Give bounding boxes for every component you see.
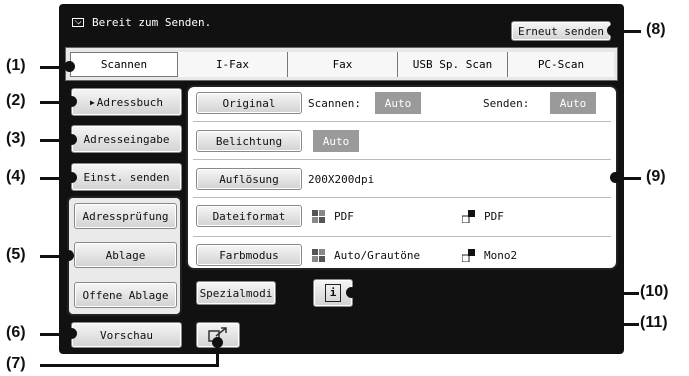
callout-dot [66, 172, 77, 183]
row-divider [193, 197, 611, 198]
callout-1: (1) [6, 57, 26, 74]
send-settings-button[interactable]: Einst. senden [71, 163, 182, 191]
color-mode-color-value: Auto/Grautöne [334, 249, 421, 262]
address-book-label: Adressbuch [96, 95, 164, 109]
callout-10: (10) [640, 283, 669, 300]
mono-swatch-icon [462, 210, 475, 223]
callout-6: (6) [6, 324, 26, 341]
callout-dot [346, 287, 357, 298]
callout-dot [607, 25, 618, 36]
scan-label: Scannen: [308, 97, 361, 110]
row-divider [193, 121, 611, 122]
callout-4: (4) [6, 168, 26, 185]
send-value: Auto [550, 92, 596, 114]
mono-swatch-icon [462, 249, 475, 262]
file-format-mono-value: PDF [484, 210, 504, 223]
special-modes-button[interactable]: Spezialmodi [196, 281, 276, 305]
tab-scannen[interactable]: Scannen [70, 52, 178, 77]
color-grid-icon [312, 210, 325, 223]
quick-file-button[interactable]: Offene Ablage [74, 282, 177, 308]
color-mode-button[interactable]: Farbmodus [196, 244, 302, 266]
callout-line [350, 292, 639, 295]
resolution-value: 200X200dpi [308, 173, 375, 186]
callout-9: (9) [646, 168, 666, 185]
resend-button[interactable]: Erneut senden [511, 21, 611, 41]
callout-dot [610, 172, 621, 183]
send-label: Senden: [483, 97, 530, 110]
callout-dot [212, 337, 223, 348]
exposure-value: Auto [313, 130, 359, 152]
tab-i-fax[interactable]: I-Fax [178, 52, 288, 77]
tab-usb-scan[interactable]: USB Sp. Scan [398, 52, 508, 77]
scan-value: Auto [375, 92, 421, 114]
color-grid-icon [312, 249, 325, 262]
tab-fax[interactable]: Fax [288, 52, 398, 77]
callout-dot [66, 96, 77, 107]
resolution-button[interactable]: Auflösung [196, 168, 302, 190]
original-button[interactable]: Original [196, 92, 302, 114]
color-mode-mono-value: Mono2 [484, 249, 518, 262]
file-format-color-value: PDF [334, 210, 354, 223]
callout-7: (7) [6, 355, 26, 372]
exposure-button[interactable]: Belichtung [196, 130, 302, 152]
address-book-button[interactable]: ▶ Adressbuch [71, 88, 182, 116]
callout-dot [64, 61, 75, 72]
address-entry-button[interactable]: Adresseingabe [71, 125, 182, 153]
triangle-right-icon: ▶ [89, 97, 95, 107]
callout-dot [63, 250, 74, 261]
callout-8: (8) [646, 21, 666, 38]
callout-dot [66, 328, 77, 339]
callout-2: (2) [6, 92, 26, 109]
callout-11: (11) [640, 314, 668, 331]
preview-button[interactable]: Vorschau [71, 322, 182, 348]
row-divider [193, 236, 611, 237]
callout-3: (3) [6, 130, 26, 147]
file-format-button[interactable]: Dateiformat [196, 205, 302, 227]
address-check-button[interactable]: Adressprüfung [74, 203, 177, 229]
callout-dot [276, 298, 287, 309]
callout-5: (5) [6, 246, 26, 263]
status-message: Bereit zum Senden. [92, 16, 212, 29]
filing-button[interactable]: Ablage [74, 242, 177, 268]
callout-dot [66, 134, 77, 145]
row-divider [193, 159, 611, 160]
callout-line [40, 364, 219, 367]
callout-line [281, 323, 639, 326]
info-icon: i [325, 284, 341, 302]
tab-pc-scan[interactable]: PC-Scan [508, 52, 614, 77]
